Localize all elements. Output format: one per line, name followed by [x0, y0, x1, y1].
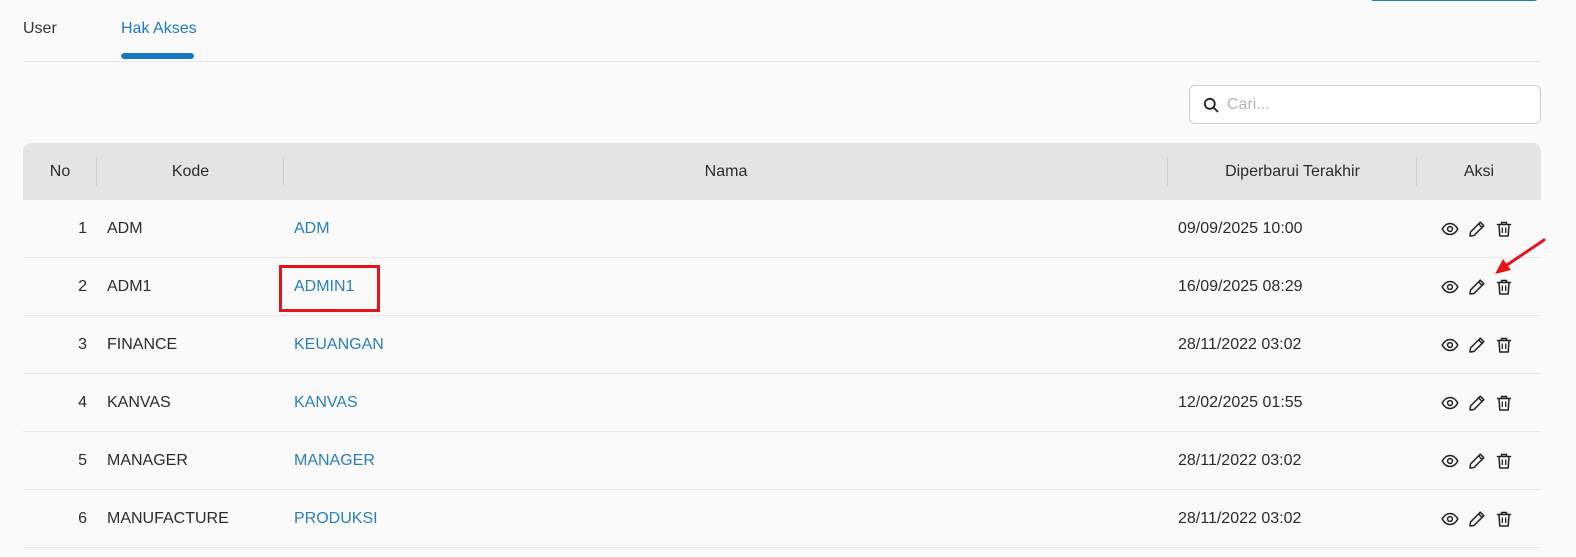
table-row: 4 KANVAS KANVAS 12/02/2025 01:55: [23, 374, 1541, 432]
trash-icon: [1496, 395, 1512, 411]
cell-nama-link[interactable]: KEUANGAN: [294, 316, 384, 374]
delete-button[interactable]: [1495, 452, 1513, 470]
cell-nama-link[interactable]: MANAGER: [294, 432, 375, 490]
eye-icon: [1441, 454, 1459, 468]
edit-button[interactable]: [1468, 452, 1486, 470]
tab-bar: User Hak Akses: [23, 0, 1541, 62]
view-button[interactable]: [1441, 220, 1459, 238]
cell-aksi: [1441, 432, 1531, 490]
cell-diperbarui-terakhir: 28/11/2022 03:02: [1178, 510, 1302, 527]
search-input[interactable]: [1227, 95, 1527, 114]
view-button[interactable]: [1441, 278, 1459, 296]
table-row: 2 ADM1 ADMIN1 16/09/2025 08:29: [23, 258, 1541, 316]
cell-aksi: [1441, 374, 1531, 432]
cell-kode: FINANCE: [107, 336, 178, 353]
tab-user[interactable]: User: [23, 20, 57, 38]
cell-no: 3: [78, 336, 87, 353]
trash-icon: [1496, 511, 1512, 527]
cell-nama-link[interactable]: KANVAS: [294, 374, 358, 432]
pencil-icon: [1469, 395, 1485, 411]
cell-kode: MANAGER: [107, 452, 188, 469]
cell-no: 1: [78, 220, 87, 237]
trash-icon: [1496, 337, 1512, 353]
cell-no: 2: [78, 278, 87, 295]
edit-button[interactable]: [1468, 394, 1486, 412]
view-button[interactable]: [1441, 336, 1459, 354]
delete-button[interactable]: [1495, 510, 1513, 528]
cell-nama-link[interactable]: PRODUKSI: [294, 490, 378, 548]
red-arrow-annotation: [1495, 238, 1546, 274]
header-kode[interactable]: Kode: [97, 143, 284, 200]
table-row: 1 ADM ADM 09/09/2025 10:00: [23, 200, 1541, 258]
header-nama[interactable]: Nama: [284, 143, 1168, 200]
cell-kode: ADM1: [107, 278, 152, 295]
cell-aksi: [1441, 316, 1531, 374]
cell-nama-link[interactable]: ADM: [294, 200, 330, 258]
view-button[interactable]: [1441, 452, 1459, 470]
cell-no: 4: [78, 394, 87, 411]
eye-icon: [1441, 396, 1459, 410]
delete-button[interactable]: [1495, 336, 1513, 354]
edit-button[interactable]: [1468, 510, 1486, 528]
header-no[interactable]: No: [23, 143, 97, 200]
view-button[interactable]: [1441, 394, 1459, 412]
edit-button[interactable]: [1468, 220, 1486, 238]
pencil-icon: [1469, 337, 1485, 353]
eye-icon: [1441, 338, 1459, 352]
eye-icon: [1441, 512, 1459, 526]
cell-diperbarui-terakhir: 09/09/2025 10:00: [1178, 220, 1303, 237]
table-row: 5 MANAGER MANAGER 28/11/2022 03:02: [23, 432, 1541, 490]
search-box[interactable]: [1189, 85, 1541, 124]
cell-no: 6: [78, 510, 87, 527]
cell-diperbarui-terakhir: 28/11/2022 03:02: [1178, 452, 1302, 469]
view-button[interactable]: [1441, 510, 1459, 528]
hak-akses-table: No Kode Nama Diperbarui Terakhir Aksi 1 …: [23, 143, 1541, 548]
pencil-icon: [1469, 279, 1485, 295]
highlight-annotation-box: [279, 265, 380, 312]
eye-icon: [1441, 280, 1459, 294]
header-aksi: Aksi: [1463, 163, 1495, 180]
pencil-icon: [1469, 453, 1485, 469]
cell-diperbarui-terakhir: 16/09/2025 08:29: [1178, 278, 1303, 295]
cell-kode: KANVAS: [107, 394, 171, 411]
search-icon: [1203, 97, 1219, 112]
active-tab-indicator: [121, 53, 194, 59]
pencil-icon: [1469, 511, 1485, 527]
delete-button[interactable]: [1495, 394, 1513, 412]
edit-button[interactable]: [1468, 336, 1486, 354]
table-row: 6 MANUFACTURE PRODUKSI 28/11/2022 03:02: [23, 490, 1541, 548]
cell-aksi: [1441, 490, 1531, 548]
pencil-icon: [1469, 221, 1485, 237]
table-body: 1 ADM ADM 09/09/2025 10:00 2 ADM1 ADMIN1…: [23, 200, 1541, 548]
table-header: No Kode Nama Diperbarui Terakhir Aksi: [23, 143, 1541, 200]
cell-diperbarui-terakhir: 28/11/2022 03:02: [1178, 336, 1302, 353]
header-diperbarui-terakhir[interactable]: Diperbarui Terakhir: [1168, 143, 1417, 200]
cell-kode: ADM: [107, 220, 143, 237]
trash-icon: [1496, 453, 1512, 469]
tab-hak-akses[interactable]: Hak Akses: [121, 20, 197, 38]
cell-diperbarui-terakhir: 12/02/2025 01:55: [1178, 394, 1303, 411]
table-row: 3 FINANCE KEUANGAN 28/11/2022 03:02: [23, 316, 1541, 374]
cell-kode: MANUFACTURE: [107, 510, 229, 527]
edit-button[interactable]: [1468, 278, 1486, 296]
cell-no: 5: [78, 452, 87, 469]
eye-icon: [1441, 222, 1459, 236]
